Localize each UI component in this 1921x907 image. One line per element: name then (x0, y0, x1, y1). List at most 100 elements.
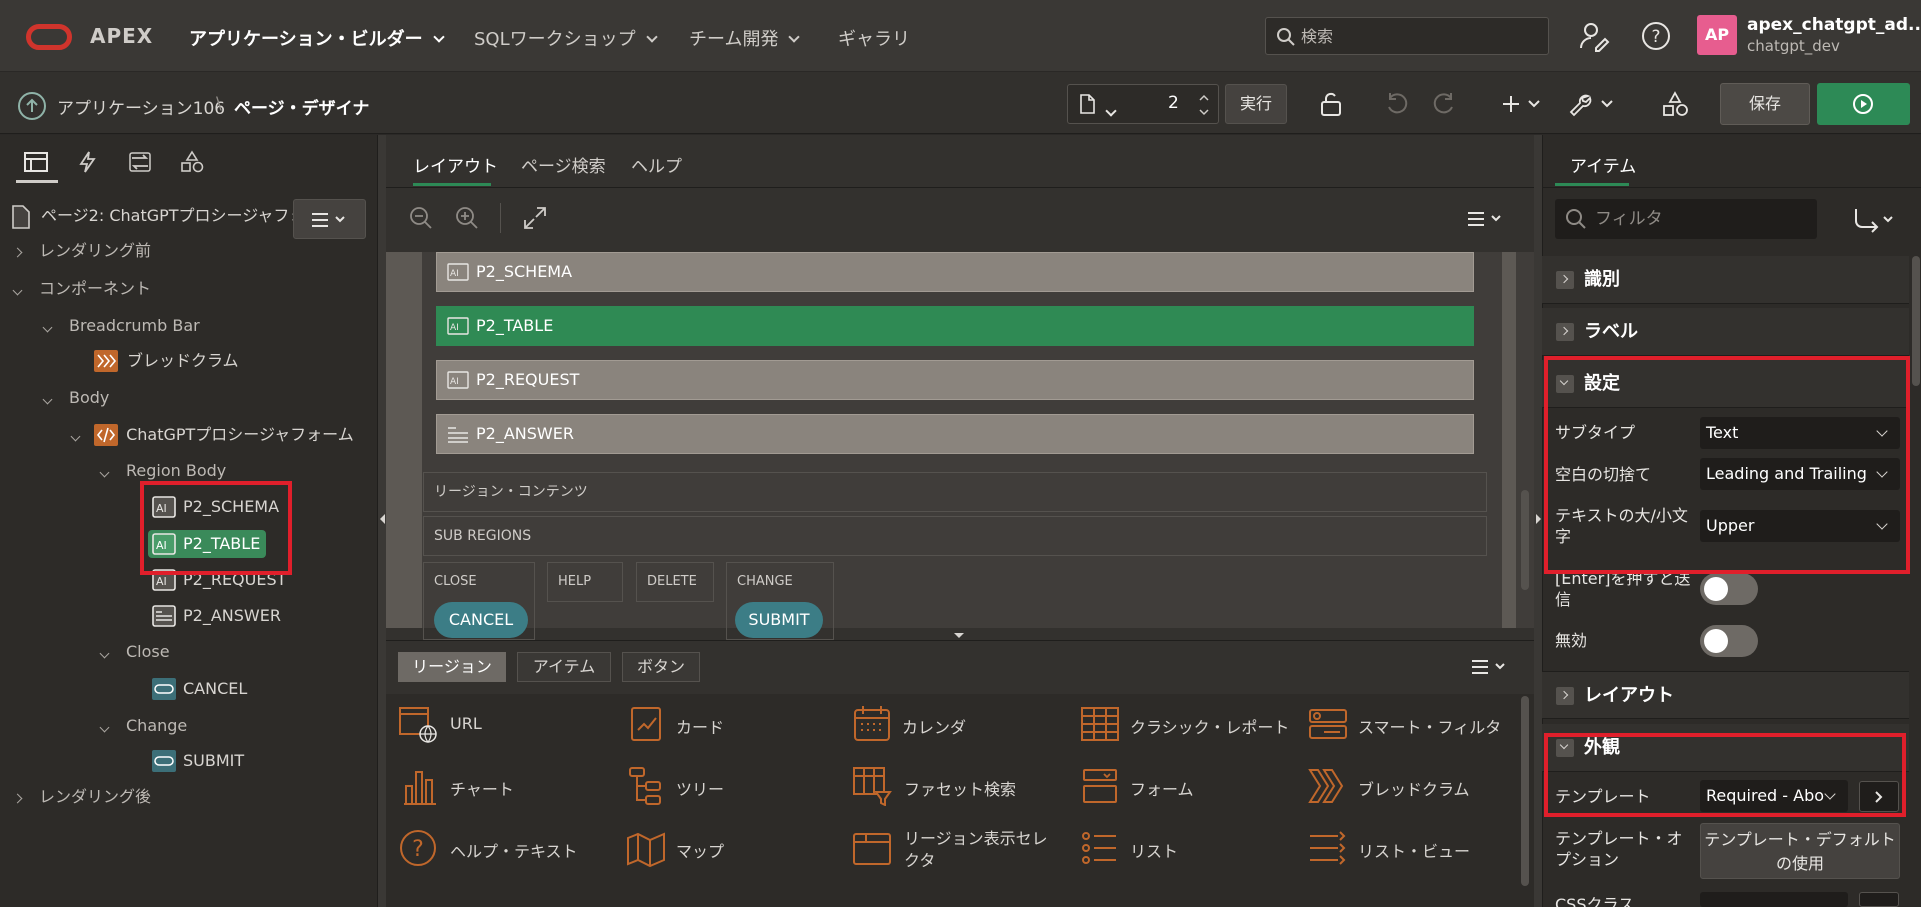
gallery-item-list-view[interactable]: リスト・ビュー (1358, 838, 1470, 862)
page-title[interactable]: ページ2: ChatGPTプロシージャフォー (41, 201, 293, 231)
oracle-logo-icon[interactable] (26, 24, 72, 50)
processing-icon[interactable] (127, 150, 153, 174)
layout-item-p2-answer[interactable]: P2_ANSWER (436, 414, 1474, 454)
tree-components[interactable]: コンポーネント (12, 274, 151, 304)
filter-input[interactable] (1595, 207, 1805, 231)
splitter-handle-icon[interactable] (954, 633, 964, 638)
nav-team-development[interactable]: チーム開発 (689, 25, 801, 51)
expand-icon[interactable] (522, 205, 548, 231)
sub-regions-slot[interactable]: SUB REGIONS (423, 516, 1487, 556)
tree-breadcrumb-region[interactable]: ブレッドクラム (94, 346, 239, 376)
arrow-up-icon[interactable] (18, 92, 46, 120)
tab-page-search[interactable]: ページ検索 (521, 152, 606, 177)
tree-region-chatgpt-form[interactable]: ChatGPTプロシージャフォーム (70, 420, 354, 450)
nav-sql-workshop[interactable]: SQLワークショップ (474, 25, 658, 51)
save-button[interactable]: 保存 (1720, 83, 1810, 125)
tree-change[interactable]: Change (99, 711, 187, 741)
run-page-button[interactable]: 実行 (1225, 84, 1287, 124)
zoom-out-icon[interactable] (408, 205, 434, 231)
page-stepper-icon[interactable] (1196, 89, 1212, 121)
user-name[interactable]: apex_chatgpt_ad... (1747, 15, 1921, 35)
gallery-item-map[interactable]: マップ (676, 838, 724, 862)
shared-components-icon[interactable] (179, 150, 205, 174)
layout-item-p2-request[interactable]: AI P2_REQUEST (436, 360, 1474, 400)
page-selector[interactable]: 2 (1067, 84, 1219, 124)
breadcrumb-application[interactable]: アプリケーション106 (57, 94, 225, 119)
tree-before-rendering[interactable]: レンダリング前 (12, 236, 151, 266)
css-classes-input[interactable] (1700, 892, 1848, 907)
global-search[interactable] (1265, 17, 1549, 55)
page-number[interactable]: 2 (1168, 93, 1179, 113)
tab-layout[interactable]: レイアウト (413, 152, 498, 177)
create-menu-icon[interactable] (1501, 90, 1545, 118)
region-contents-slot[interactable]: リージョン・コンテンツ (423, 472, 1487, 512)
gallery-item-tree[interactable]: ツリー (676, 776, 724, 800)
tree-body[interactable]: Body (42, 383, 109, 413)
zoom-in-icon[interactable] (454, 205, 480, 231)
menu-icon[interactable] (1472, 658, 1512, 676)
save-and-run-button[interactable] (1817, 83, 1910, 125)
gallery-item-region-display-selector[interactable]: リージョン表示セレクタ (904, 828, 1054, 872)
button-position-help[interactable]: HELP (547, 562, 623, 602)
tree-item-p2-answer[interactable]: P2_ANSWER (152, 601, 281, 631)
undo-icon[interactable] (1382, 90, 1412, 118)
template-options-button[interactable]: テンプレート・デフォルトの使用 (1700, 823, 1900, 879)
collapse-right-icon[interactable] (1536, 514, 1541, 524)
section-layout[interactable]: レイアウト (1542, 671, 1909, 719)
utilities-wrench-icon[interactable] (1568, 90, 1618, 118)
gallery-item-help-text[interactable]: ヘルプ・テキスト (450, 838, 578, 862)
tree-after-rendering[interactable]: レンダリング後 (12, 782, 151, 812)
disabled-toggle[interactable] (1700, 625, 1758, 657)
gallery-item-url[interactable]: URL (450, 714, 482, 733)
tab-item[interactable]: アイテム (1570, 152, 1636, 177)
collapse-left-icon[interactable] (380, 514, 385, 524)
go-to-group-icon[interactable] (1852, 207, 1896, 233)
gallery-item-calendar[interactable]: カレンダ (902, 714, 966, 738)
css-classes-picker-button[interactable] (1859, 892, 1899, 907)
unlock-icon[interactable] (1316, 90, 1346, 118)
rendering-tree-icon[interactable] (23, 150, 49, 174)
submit-button[interactable]: SUBMIT (735, 602, 823, 638)
gallery-item-list[interactable]: リスト (1130, 838, 1178, 862)
layout-item-p2-schema[interactable]: AI P2_SCHEMA (436, 252, 1474, 292)
gallery-item-breadcrumb[interactable]: ブレッドクラム (1358, 776, 1470, 800)
gallery-item-classic-report[interactable]: クラシック・レポート (1130, 714, 1289, 738)
tree-button-submit[interactable]: SUBMIT (152, 746, 244, 776)
help-icon[interactable]: ? (1640, 20, 1672, 52)
tree-breadcrumb-bar[interactable]: Breadcrumb Bar (42, 311, 200, 341)
layout-item-p2-table[interactable]: AI P2_TABLE (436, 306, 1474, 346)
redo-icon[interactable] (1429, 90, 1459, 118)
gallery-tab-buttons[interactable]: ボタン (622, 652, 700, 682)
gallery-scrollbar[interactable] (1521, 696, 1529, 886)
menu-icon[interactable] (1468, 210, 1508, 228)
user-settings-icon[interactable] (1578, 20, 1610, 52)
gallery-item-chart[interactable]: チャート (450, 776, 514, 800)
gallery-tab-regions[interactable]: リージョン (398, 652, 506, 682)
submit-on-enter-toggle[interactable] (1700, 573, 1758, 605)
avatar[interactable]: AP (1697, 15, 1737, 55)
section-label[interactable]: ラベル (1542, 308, 1909, 356)
breadcrumb-icon (1308, 769, 1344, 803)
nav-app-builder[interactable]: アプリケーション・ビルダー (189, 25, 445, 51)
button-position-delete[interactable]: DELETE (636, 562, 714, 602)
canvas-scrollbar[interactable] (1521, 490, 1529, 590)
svg-text:AI: AI (450, 269, 459, 279)
gallery-tab-items[interactable]: アイテム (517, 652, 611, 682)
tree-close[interactable]: Close (99, 637, 170, 667)
tree-label: Close (126, 642, 170, 661)
tab-help[interactable]: ヘルプ (631, 152, 682, 177)
cancel-button[interactable]: CANCEL (434, 602, 528, 638)
property-scrollbar[interactable] (1912, 256, 1920, 386)
tree-button-cancel[interactable]: CANCEL (152, 674, 247, 704)
nav-gallery[interactable]: ギャラリ (838, 25, 910, 51)
shared-components-icon[interactable] (1660, 90, 1690, 118)
search-input[interactable] (1301, 24, 1541, 48)
section-identification[interactable]: 識別 (1542, 256, 1909, 304)
tree-menu-button[interactable] (293, 199, 366, 239)
gallery-item-smart-filters[interactable]: スマート・フィルタ (1358, 714, 1501, 738)
gallery-item-cards[interactable]: カード (676, 714, 724, 738)
gallery-item-form[interactable]: フォーム (1130, 776, 1194, 800)
gallery-item-faceted-search[interactable]: ファセット検索 (904, 776, 1016, 800)
property-filter[interactable] (1555, 199, 1817, 239)
dynamic-actions-lightning-icon[interactable] (75, 150, 101, 174)
